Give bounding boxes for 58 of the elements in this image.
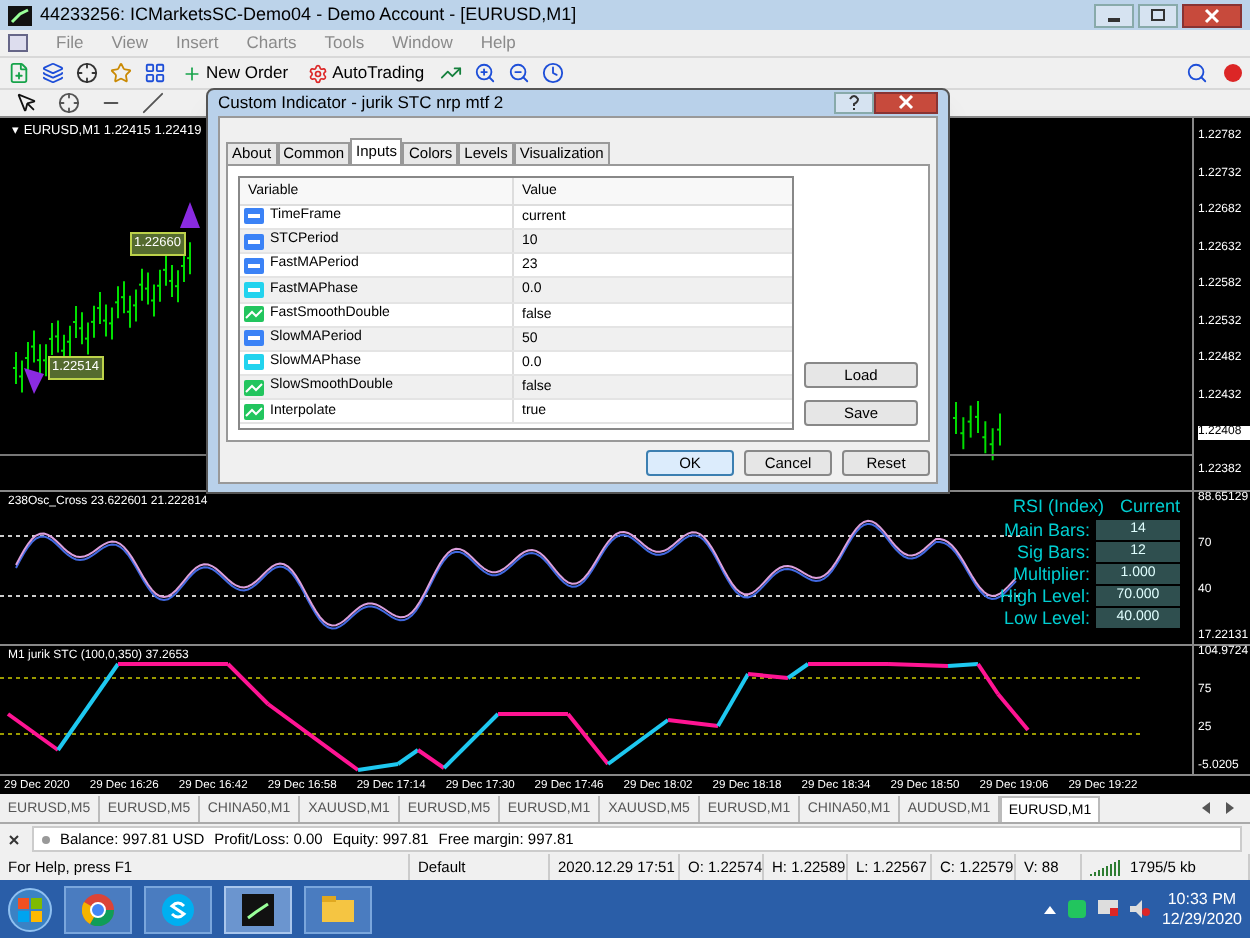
close-icon bbox=[898, 94, 914, 111]
setting-label: Multiplier: bbox=[1012, 564, 1090, 584]
clock-date: 12/29/2020 bbox=[1161, 909, 1242, 929]
plus-icon bbox=[182, 63, 202, 83]
folder-icon bbox=[322, 896, 354, 922]
arrow-marker-icon bbox=[24, 368, 44, 394]
dialog-title: Custom Indicator - jurik STC nrp mtf 2 bbox=[218, 90, 504, 116]
panel-title: RSI (Index) bbox=[1012, 496, 1104, 518]
crosshair-icon[interactable] bbox=[76, 62, 98, 84]
minimize-button[interactable] bbox=[1094, 3, 1134, 27]
star-icon[interactable] bbox=[110, 62, 132, 84]
gear-icon bbox=[308, 63, 329, 83]
panel-mode: Current bbox=[1119, 496, 1180, 518]
crosshair-icon[interactable] bbox=[58, 92, 80, 114]
autotrading-button[interactable]: AutoTrading bbox=[304, 60, 429, 86]
windows-logo-icon bbox=[18, 897, 42, 921]
clock-icon[interactable] bbox=[542, 62, 565, 84]
setting-label: Main Bars: bbox=[1003, 520, 1090, 540]
search-icon[interactable] bbox=[1186, 62, 1208, 84]
alert-icon[interactable] bbox=[1224, 64, 1242, 82]
cursor-icon[interactable] bbox=[16, 92, 38, 114]
taskbar-app[interactable] bbox=[224, 885, 292, 933]
zoom-out-icon[interactable] bbox=[508, 62, 531, 84]
zoom-in-icon[interactable] bbox=[474, 62, 497, 84]
trendline-icon[interactable] bbox=[142, 92, 164, 114]
maximize-button[interactable] bbox=[1138, 3, 1178, 27]
trend-icon[interactable] bbox=[440, 62, 463, 84]
boolean-type-icon bbox=[244, 379, 264, 396]
close-icon[interactable] bbox=[8, 833, 20, 845]
scroll-left-icon[interactable] bbox=[1202, 802, 1210, 814]
arrow-marker-icon bbox=[180, 202, 200, 228]
layers-icon[interactable] bbox=[42, 62, 64, 84]
taskbar-app[interactable] bbox=[144, 885, 212, 933]
volume-icon[interactable] bbox=[1129, 900, 1150, 918]
new-chart-icon[interactable] bbox=[8, 62, 30, 84]
app-icon bbox=[8, 5, 32, 25]
start-button[interactable] bbox=[8, 887, 52, 931]
browser-icon bbox=[82, 893, 114, 925]
setting-label: Low Level: bbox=[1003, 608, 1090, 628]
scroll-right-icon[interactable] bbox=[1226, 802, 1234, 814]
question-icon bbox=[848, 94, 860, 111]
setting-label: Sig Bars: bbox=[1016, 542, 1090, 562]
close-button[interactable] bbox=[874, 91, 938, 114]
taskbar-app[interactable] bbox=[64, 885, 132, 933]
close-icon bbox=[1204, 7, 1220, 23]
trading-app-icon bbox=[242, 893, 274, 925]
chat-app-icon bbox=[162, 893, 194, 925]
tray-expand-icon[interactable] bbox=[1043, 905, 1056, 913]
setting-label: High Level: bbox=[999, 586, 1090, 606]
decimal-type-icon bbox=[244, 281, 264, 298]
help-button[interactable] bbox=[834, 91, 874, 114]
grid-icon[interactable] bbox=[144, 62, 166, 84]
close-button[interactable] bbox=[1182, 3, 1242, 27]
maximize-icon bbox=[1150, 8, 1166, 22]
chart-icon[interactable] bbox=[8, 34, 28, 52]
clock-time: 10:33 PM bbox=[1167, 889, 1237, 909]
window-title: 44233256: ICMarketsSC-Demo04 - Demo Account - [EURUSD,M1] bbox=[40, 1, 577, 28]
new-order-button[interactable]: New Order bbox=[178, 60, 293, 86]
